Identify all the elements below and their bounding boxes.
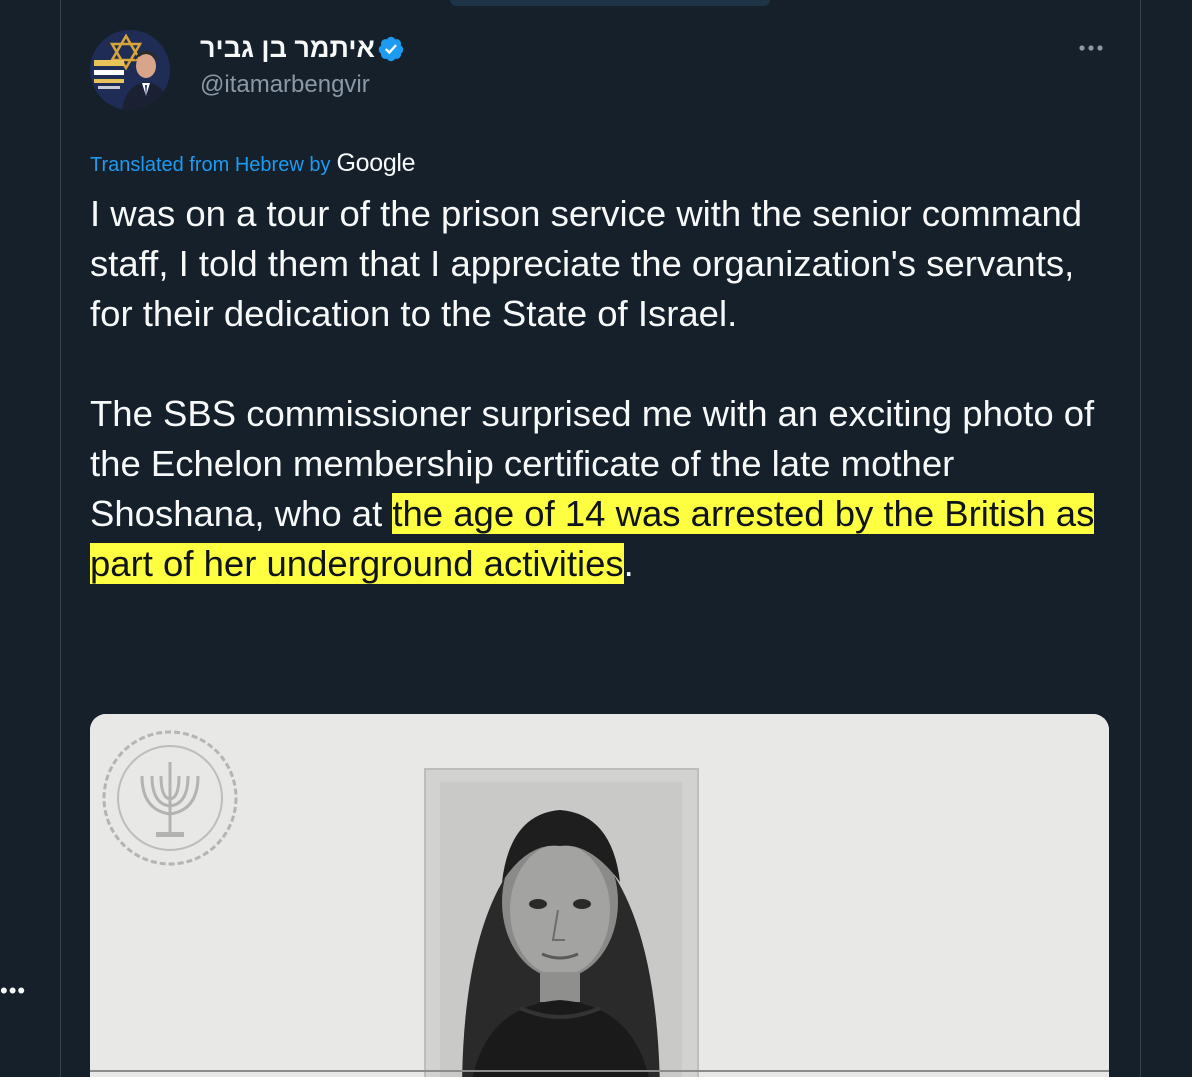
column-divider-left bbox=[60, 0, 61, 1077]
tweet-photo[interactable] bbox=[90, 714, 1109, 1077]
tweet-page: ••• איתמר בן גביר @itamarbengvir Transla… bbox=[0, 0, 1192, 1077]
tweet-paragraph-1: I was on a tour of the prison service wi… bbox=[90, 193, 1083, 334]
verified-badge-icon bbox=[378, 36, 404, 62]
tweet-paragraph-2-end: . bbox=[623, 543, 634, 584]
author-name[interactable]: איתמר בן גביר bbox=[200, 32, 375, 64]
google-logo: Google bbox=[336, 149, 416, 177]
sidebar-more-icon[interactable]: ••• bbox=[0, 980, 26, 1002]
more-options-icon[interactable] bbox=[1074, 36, 1108, 60]
tweet-paragraph-2: The SBS commissioner surprised me with a… bbox=[90, 389, 1120, 589]
author-handle[interactable]: @itamarbengvir bbox=[200, 70, 370, 100]
portrait bbox=[440, 782, 682, 1077]
tweet-text: I was on a tour of the prison service wi… bbox=[90, 189, 1120, 589]
top-bar-glow bbox=[450, 0, 770, 6]
column-divider-right bbox=[1140, 0, 1141, 1077]
avatar[interactable] bbox=[90, 30, 170, 110]
translation-link[interactable]: Translated from Hebrew by bbox=[90, 154, 330, 176]
translation-attribution: Translated from Hebrew by Google bbox=[90, 149, 416, 179]
certificate-image bbox=[90, 714, 1109, 1077]
avatar-image bbox=[90, 30, 170, 110]
